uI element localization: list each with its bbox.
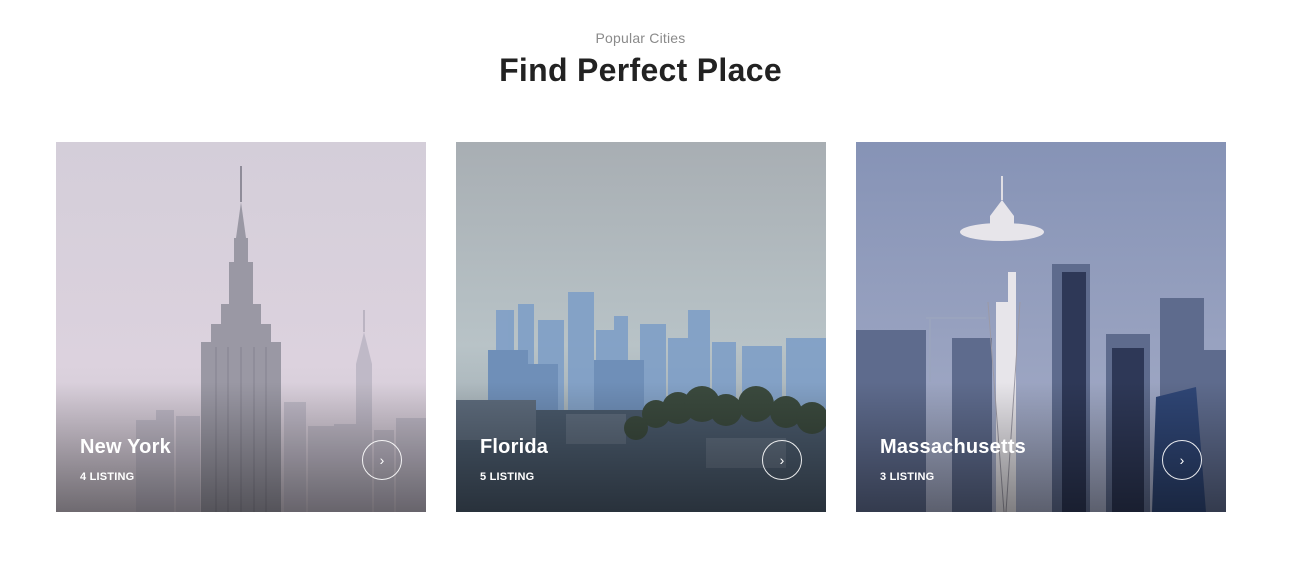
card-city-name: New York	[80, 436, 171, 458]
city-card-new-york[interactable]: New York 4 LISTING ›	[56, 142, 426, 512]
city-card-massachusetts[interactable]: Massachusetts 3 LISTING ›	[856, 142, 1226, 512]
card-arrow-button[interactable]: ›	[362, 440, 402, 480]
city-cards: New York 4 LISTING › Florida 5 LISTING ›…	[56, 142, 1226, 512]
section-title: Find Perfect Place	[499, 52, 782, 88]
card-city-name: Florida	[480, 436, 549, 458]
card-listing-count: 5 LISTING	[480, 471, 535, 483]
card-arrow-button[interactable]: ›	[1162, 440, 1202, 480]
card-listing-count: 4 LISTING	[80, 471, 135, 483]
card-city-name: Massachusetts	[880, 436, 1026, 458]
chevron-right-icon: ›	[1179, 452, 1185, 468]
chevron-right-icon: ›	[379, 452, 385, 468]
city-card-florida[interactable]: Florida 5 LISTING ›	[456, 142, 826, 512]
chevron-right-icon: ›	[779, 452, 785, 468]
section-subtitle: Popular Cities	[595, 30, 686, 46]
card-listing-count: 3 LISTING	[880, 471, 935, 483]
popular-cities-section: Popular Cities Find Perfect Place New Yo…	[0, 0, 1293, 563]
card-arrow-button[interactable]: ›	[762, 440, 802, 480]
